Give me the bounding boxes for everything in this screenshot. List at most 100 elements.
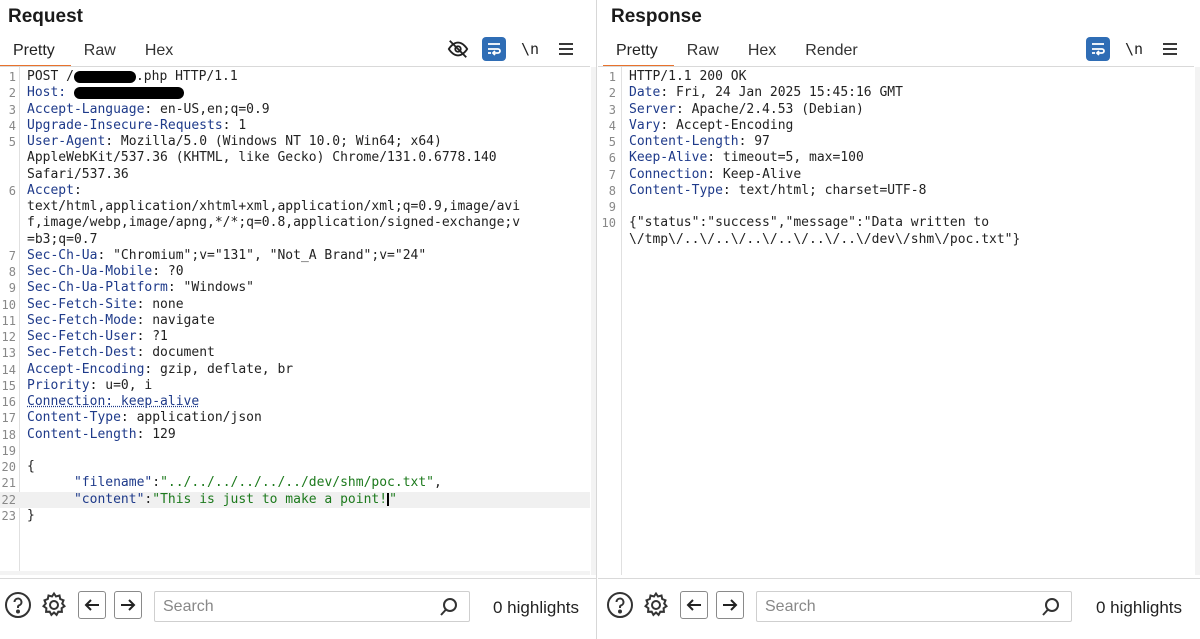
line-number: 4 bbox=[8, 118, 16, 133]
line-text: Priority: u=0, i bbox=[27, 377, 153, 393]
search-input[interactable] bbox=[757, 592, 1040, 621]
show-newlines-icon[interactable]: \n bbox=[1122, 37, 1146, 61]
line-text: f,image/webp,image/apng,*/*;q=0.8,applic… bbox=[27, 215, 521, 231]
tab-hex[interactable]: Hex bbox=[132, 38, 189, 67]
line-number: 23 bbox=[1, 508, 16, 523]
tab-hex[interactable]: Hex bbox=[735, 38, 792, 67]
line-text: Sec-Fetch-Site: none bbox=[27, 296, 184, 312]
code-line: 2 Host: bbox=[0, 85, 590, 101]
vertical-scrollbar[interactable] bbox=[591, 67, 596, 575]
help-icon[interactable] bbox=[4, 591, 32, 619]
code-line: 22 "content":"This is just to make a poi… bbox=[0, 491, 590, 508]
redaction-mark bbox=[73, 70, 136, 83]
tab-pretty[interactable]: Pretty bbox=[603, 38, 674, 67]
wrap-lines-icon[interactable] bbox=[1086, 37, 1110, 61]
arrow-left-icon[interactable] bbox=[680, 591, 708, 619]
response-pane: Response Pretty Raw Hex Render \n 1 HTTP/… bbox=[598, 0, 1200, 639]
line-number: 9 bbox=[8, 281, 16, 296]
code-line: Safari/537.36 bbox=[0, 167, 590, 183]
line-number: 5 bbox=[8, 135, 16, 149]
line-text: Sec-Fetch-Mode: navigate bbox=[27, 312, 215, 328]
response-toolbar: \n bbox=[1086, 37, 1182, 61]
highlights-count: 0 highlights bbox=[493, 598, 580, 617]
request-editor[interactable]: 1 POST / .php HTTP/1.1 2 Host: 3 Accept-Langu… bbox=[0, 67, 596, 575]
code-line: 12 Sec-Fetch-User: ?1 bbox=[0, 329, 590, 345]
search-icon[interactable] bbox=[439, 597, 459, 617]
line-text: Connection: Keep-Alive bbox=[629, 166, 802, 182]
arrow-right-icon[interactable] bbox=[716, 591, 744, 619]
line-text: Accept-Language: en-US,en;q=0.9 bbox=[27, 101, 270, 117]
code-line: f,image/webp,image/apng,*/*;q=0.8,applic… bbox=[0, 215, 590, 231]
line-text: AppleWebKit/537.36 (KHTML, like Gecko) C… bbox=[27, 150, 497, 166]
code-line: 9 bbox=[598, 199, 1194, 215]
redaction-mark bbox=[73, 86, 184, 99]
line-text: Server: Apache/2.4.53 (Debian) bbox=[629, 101, 864, 117]
vertical-scrollbar[interactable] bbox=[1195, 67, 1200, 575]
line-text: Sec-Ch-Ua: "Chromium";v="131", "Not_A Br… bbox=[27, 247, 427, 263]
code-line: 2 Date: Fri, 24 Jan 2025 15:45:16 GMT bbox=[598, 85, 1194, 101]
eye-off-icon[interactable] bbox=[446, 37, 470, 61]
help-icon[interactable] bbox=[606, 591, 634, 619]
line-text: Keep-Alive: timeout=5, max=100 bbox=[629, 150, 864, 166]
wrap-lines-icon[interactable] bbox=[482, 37, 506, 61]
line-number: 7 bbox=[608, 167, 616, 182]
request-pane: Request Pretty Raw Hex \n 1 POST / .php HT… bbox=[0, 0, 597, 639]
code-line: =b3;q=0.7 bbox=[0, 232, 590, 248]
code-line: 4 Vary: Accept-Encoding bbox=[598, 118, 1194, 134]
line-text: Date: Fri, 24 Jan 2025 15:45:16 GMT bbox=[629, 85, 903, 101]
code-line: 23} bbox=[0, 508, 590, 524]
response-editor[interactable]: 1 HTTP/1.1 200 OK 2 Date: Fri, 24 Jan 2025 … bbox=[598, 67, 1200, 575]
tab-raw[interactable]: Raw bbox=[674, 38, 735, 67]
search-input[interactable] bbox=[155, 592, 438, 621]
hamburger-menu-icon[interactable] bbox=[1158, 37, 1182, 61]
line-text: {"status":"success","message":"Data writ… bbox=[629, 215, 990, 231]
line-number: 22 bbox=[1, 492, 16, 507]
arrow-left-icon[interactable] bbox=[78, 591, 106, 619]
response-title: Response bbox=[611, 6, 702, 27]
tab-raw[interactable]: Raw bbox=[71, 38, 132, 67]
show-newlines-icon[interactable]: \n bbox=[518, 37, 542, 61]
line-text: User-Agent: Mozilla/5.0 (Windows NT 10.0… bbox=[27, 134, 442, 149]
tab-render[interactable]: Render bbox=[792, 38, 873, 67]
gear-icon[interactable] bbox=[40, 591, 68, 619]
line-text: Sec-Ch-Ua-Platform: "Windows" bbox=[27, 280, 254, 296]
code-line: 13 Sec-Fetch-Dest: document bbox=[0, 345, 590, 361]
search-icon[interactable] bbox=[1041, 597, 1061, 617]
line-number: 18 bbox=[1, 427, 16, 442]
line-number: 3 bbox=[608, 102, 616, 117]
line-number: 8 bbox=[8, 265, 16, 279]
gear-icon[interactable] bbox=[642, 591, 670, 619]
line-text: Content-Type: application/json bbox=[27, 410, 262, 426]
tab-pretty[interactable]: Pretty bbox=[0, 38, 71, 67]
line-text: \/tmp\/..\/..\/..\/..\/..\/..\/dev\/shm\… bbox=[629, 231, 1021, 247]
line-text: } bbox=[27, 507, 35, 523]
line-number: 6 bbox=[608, 151, 616, 166]
line-number: 19 bbox=[1, 443, 16, 458]
line-text: { bbox=[27, 459, 35, 474]
code-line: 11 Sec-Fetch-Mode: navigate bbox=[0, 313, 590, 329]
code-line: 5 Content-Length: 97 bbox=[598, 134, 1194, 150]
arrow-right-icon[interactable] bbox=[114, 591, 142, 619]
line-number: 10 bbox=[1, 297, 16, 312]
line-number: 8 bbox=[608, 183, 616, 198]
horizontal-scrollbar[interactable] bbox=[0, 571, 590, 575]
code-line: 9 Sec-Ch-Ua-Platform: "Windows" bbox=[0, 280, 590, 296]
request-search-box bbox=[154, 591, 470, 622]
highlights-count: 0 highlights bbox=[1096, 598, 1183, 617]
line-number: 11 bbox=[1, 313, 16, 328]
line-text: Sec-Fetch-User: ?1 bbox=[27, 329, 168, 344]
line-number: 9 bbox=[608, 200, 616, 214]
line-text: Host: bbox=[27, 85, 184, 101]
line-number: 17 bbox=[1, 411, 16, 426]
line-number: 5 bbox=[608, 135, 616, 149]
code-line: 21 "filename":"../../../../../../dev/shm… bbox=[0, 475, 590, 491]
hamburger-menu-icon[interactable] bbox=[554, 37, 578, 61]
code-line: 14 Accept-Encoding: gzip, deflate, br bbox=[0, 362, 590, 378]
line-number: 7 bbox=[8, 248, 16, 263]
code-line: 15 Priority: u=0, i bbox=[0, 378, 590, 394]
code-line: 10 {"status":"success","message":"Data wr… bbox=[598, 215, 1194, 231]
line-text: Content-Type: text/html; charset=UTF-8 bbox=[629, 182, 927, 198]
code-line: text/html,application/xhtml+xml,applicat… bbox=[0, 199, 590, 215]
line-text: =b3;q=0.7 bbox=[27, 231, 98, 247]
request-toolbar: \n bbox=[446, 37, 578, 61]
